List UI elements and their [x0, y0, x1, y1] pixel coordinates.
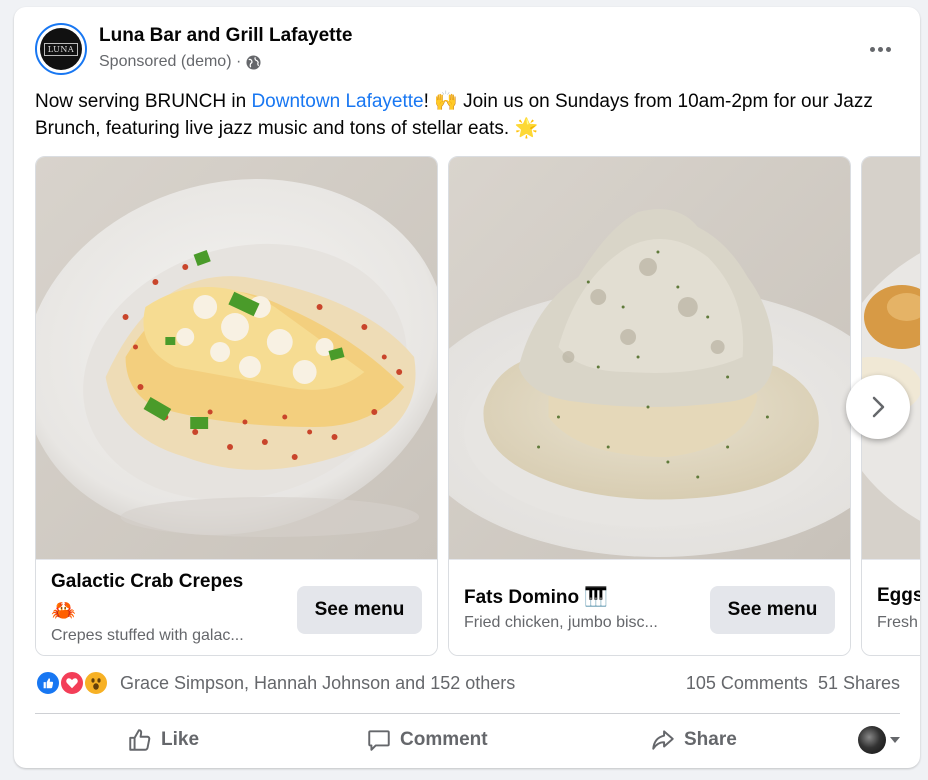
card-footer: Eggs Fresh — [862, 559, 920, 655]
like-button[interactable]: Like — [127, 719, 199, 761]
action-bar: Like Comment Share — [35, 719, 900, 761]
comment-icon — [368, 730, 390, 751]
card-title[interactable]: Fats Domino 🎹 — [464, 585, 608, 609]
carousel-card[interactable]: Galactic Crab Crepes 🦀 Crepes stuffed wi… — [35, 156, 438, 656]
carousel-card[interactable]: Fats Domino 🎹 Fried chicken, jumbo bisc.… — [448, 156, 851, 656]
dot-icon — [869, 46, 875, 52]
see-menu-button[interactable]: See menu — [297, 586, 422, 634]
account-switcher[interactable] — [858, 726, 900, 754]
crab-emoji: 🦀 — [51, 600, 76, 622]
carousel-next-button[interactable] — [846, 375, 910, 439]
location-link[interactable]: Downtown Lafayette — [251, 91, 423, 112]
reaction-icons[interactable] — [35, 670, 109, 698]
card-footer: Galactic Crab Crepes 🦀 Crepes stuffed wi… — [36, 559, 437, 655]
card-title[interactable]: Eggs — [877, 585, 920, 607]
comments-count[interactable]: 105 Comments — [686, 673, 808, 694]
post-text-part-1: Now serving BRUNCH in — [35, 91, 252, 112]
fats-domino-image[interactable] — [449, 157, 850, 559]
card-footer: Fats Domino 🎹 Fried chicken, jumbo bisc.… — [449, 559, 850, 655]
sponsored-label: Sponsored (demo) · — [99, 53, 261, 71]
dot-icon — [885, 46, 891, 52]
shares-count[interactable]: 51 Shares — [818, 673, 900, 694]
dot-icon — [877, 46, 883, 52]
like-label: Like — [161, 729, 200, 750]
love-reaction-icon — [59, 670, 85, 696]
more-options-button[interactable] — [862, 31, 898, 67]
carousel: Galactic Crab Crepes 🦀 Crepes stuffed wi… — [35, 156, 920, 656]
post-header: LUNA Luna Bar and Grill Lafayette Sponso… — [14, 7, 920, 87]
comment-label: Comment — [400, 729, 488, 750]
engagement-counts: 105 Comments 51 Shares — [686, 673, 900, 694]
reactions-summary: Grace Simpson, Hannah Johnson and 152 ot… — [35, 669, 900, 699]
crab-crepes-image[interactable] — [36, 157, 437, 559]
wow-reaction-icon — [83, 670, 109, 696]
globe-icon — [246, 54, 261, 70]
share-label: Share — [684, 729, 737, 750]
thumbs-up-icon — [129, 729, 151, 751]
divider — [35, 713, 900, 714]
avatar-logo-text: LUNA — [43, 42, 79, 56]
card-description: Crepes stuffed with galac... — [51, 627, 244, 644]
sponsored-post: LUNA Luna Bar and Grill Lafayette Sponso… — [14, 7, 920, 768]
post-message: Now serving BRUNCH in Downtown Lafayette… — [35, 88, 895, 142]
avatar-image: LUNA — [40, 28, 82, 70]
comment-button[interactable]: Comment — [366, 719, 488, 761]
page-avatar[interactable]: LUNA — [35, 23, 87, 75]
page-name-link[interactable]: Luna Bar and Grill Lafayette — [99, 25, 352, 47]
caret-down-icon — [890, 737, 900, 743]
share-icon — [652, 730, 674, 750]
card-description: Fresh — [877, 614, 918, 631]
reaction-names[interactable]: Grace Simpson, Hannah Johnson and 152 ot… — [120, 673, 515, 694]
card-description: Fried chicken, jumbo bisc... — [464, 614, 658, 631]
like-reaction-icon — [35, 670, 61, 696]
sponsored-text: Sponsored (demo) · — [99, 53, 242, 70]
chevron-right-icon — [872, 396, 885, 418]
share-button[interactable]: Share — [650, 719, 737, 761]
card-title[interactable]: Galactic Crab Crepes — [51, 571, 243, 593]
user-avatar — [858, 726, 886, 754]
see-menu-button[interactable]: See menu — [710, 586, 835, 634]
eggs-image[interactable] — [862, 157, 920, 559]
